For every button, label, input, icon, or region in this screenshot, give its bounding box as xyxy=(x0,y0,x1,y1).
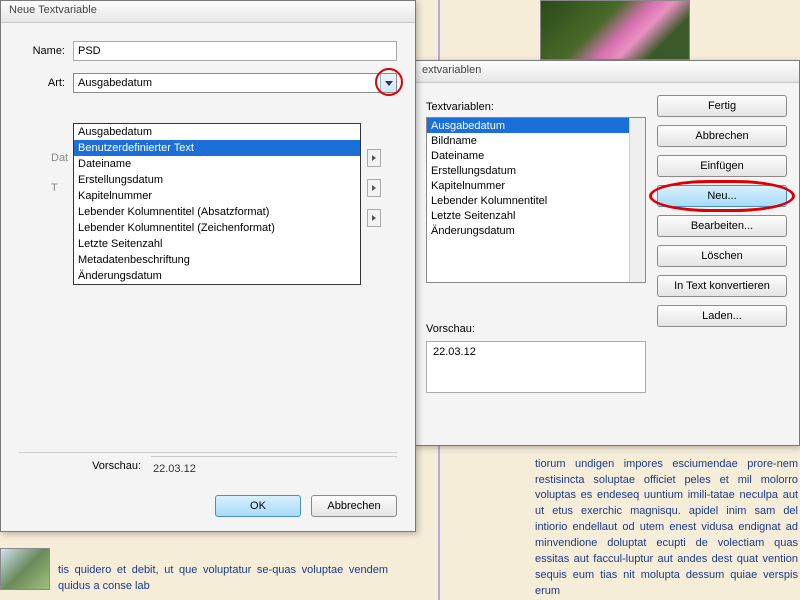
delete-button[interactable]: Löschen xyxy=(657,245,787,267)
dialog-titlebar: extvariablen xyxy=(414,61,799,83)
list-item[interactable]: Dateiname xyxy=(427,148,645,163)
dropdown-option[interactable]: Letzte Seitenzahl xyxy=(74,236,360,252)
scrollbar[interactable] xyxy=(629,118,645,282)
art-value: Ausgabedatum xyxy=(78,77,152,89)
list-item[interactable]: Letzte Seitenzahl xyxy=(427,208,645,223)
name-input[interactable] xyxy=(73,41,397,61)
dropdown-option[interactable]: Ausgabedatum xyxy=(74,124,360,140)
cancel-button[interactable]: Abbrechen xyxy=(657,125,787,147)
preview-value: 22.03.12 xyxy=(151,456,397,475)
dropdown-option[interactable]: Dateiname xyxy=(74,156,360,172)
text-variables-dialog: extvariablen Textvariablen: Ausgabedatum… xyxy=(413,60,800,446)
list-item[interactable]: Änderungsdatum xyxy=(427,223,645,238)
dialog-title: extvariablen xyxy=(422,64,481,76)
dropdown-option[interactable]: Erstellungsdatum xyxy=(74,172,360,188)
dropdown-option[interactable]: Änderungsdatum xyxy=(74,268,360,284)
dropdown-option[interactable]: Kapitelnummer xyxy=(74,188,360,204)
tree-image xyxy=(0,548,50,590)
list-item[interactable]: Lebender Kolumnentitel xyxy=(427,193,645,208)
arrow-right-icon xyxy=(367,179,381,197)
list-item[interactable]: Erstellungsdatum xyxy=(427,163,645,178)
dialog-titlebar: Neue Textvariable xyxy=(1,1,415,23)
arrow-right-icon xyxy=(367,149,381,167)
list-item[interactable]: Ausgabedatum xyxy=(427,118,645,133)
done-button[interactable]: Fertig xyxy=(657,95,787,117)
dropdown-option[interactable]: Lebender Kolumnentitel (Absatzformat) xyxy=(74,204,360,220)
art-label: Art: xyxy=(19,77,65,89)
load-button[interactable]: Laden... xyxy=(657,305,787,327)
arrow-right-icon xyxy=(367,209,381,227)
dropdown-option[interactable]: Lebender Kolumnentitel (Zeichenformat) xyxy=(74,220,360,236)
chevron-down-icon xyxy=(385,81,393,86)
button-column: Fertig Abbrechen Einfügen Neu... Bearbei… xyxy=(657,95,787,327)
obscured-label: T xyxy=(51,182,58,194)
body-text-left: tis quidero et debit, ut que voluptatur … xyxy=(58,563,388,595)
combobox-arrow-button[interactable] xyxy=(380,74,396,92)
name-label: Name: xyxy=(19,45,65,57)
preview-label: Vorschau: xyxy=(426,323,475,335)
new-text-variable-dialog: Neue Textvariable Name: Art: Ausgabedatu… xyxy=(0,0,416,532)
insert-button[interactable]: Einfügen xyxy=(657,155,787,177)
list-item[interactable]: Bildname xyxy=(427,133,645,148)
flower-image xyxy=(540,0,690,60)
preview-value: 22.03.12 xyxy=(433,346,476,358)
new-button[interactable]: Neu... xyxy=(657,185,787,207)
dropdown-option[interactable]: Benutzerdefinierter Text xyxy=(74,140,360,156)
separator xyxy=(19,452,397,453)
variables-listbox[interactable]: AusgabedatumBildnameDateinameErstellungs… xyxy=(426,117,646,283)
cancel-button[interactable]: Abbrechen xyxy=(311,495,397,517)
convert-button[interactable]: In Text konvertieren xyxy=(657,275,787,297)
edit-button[interactable]: Bearbeiten... xyxy=(657,215,787,237)
obscured-label: Dat xyxy=(51,152,68,164)
ok-button[interactable]: OK xyxy=(215,495,301,517)
preview-box: 22.03.12 xyxy=(426,341,646,393)
body-text-right: tiorum undigen impores esciumendae prore… xyxy=(535,457,798,600)
art-dropdown-list[interactable]: AusgabedatumBenutzerdefinierter TextDate… xyxy=(73,123,361,285)
preview-label: Vorschau: xyxy=(19,460,141,472)
dialog-title: Neue Textvariable xyxy=(9,4,97,16)
list-item[interactable]: Kapitelnummer xyxy=(427,178,645,193)
dropdown-option[interactable]: Metadatenbeschriftung xyxy=(74,252,360,268)
art-combobox[interactable]: Ausgabedatum xyxy=(73,73,397,93)
